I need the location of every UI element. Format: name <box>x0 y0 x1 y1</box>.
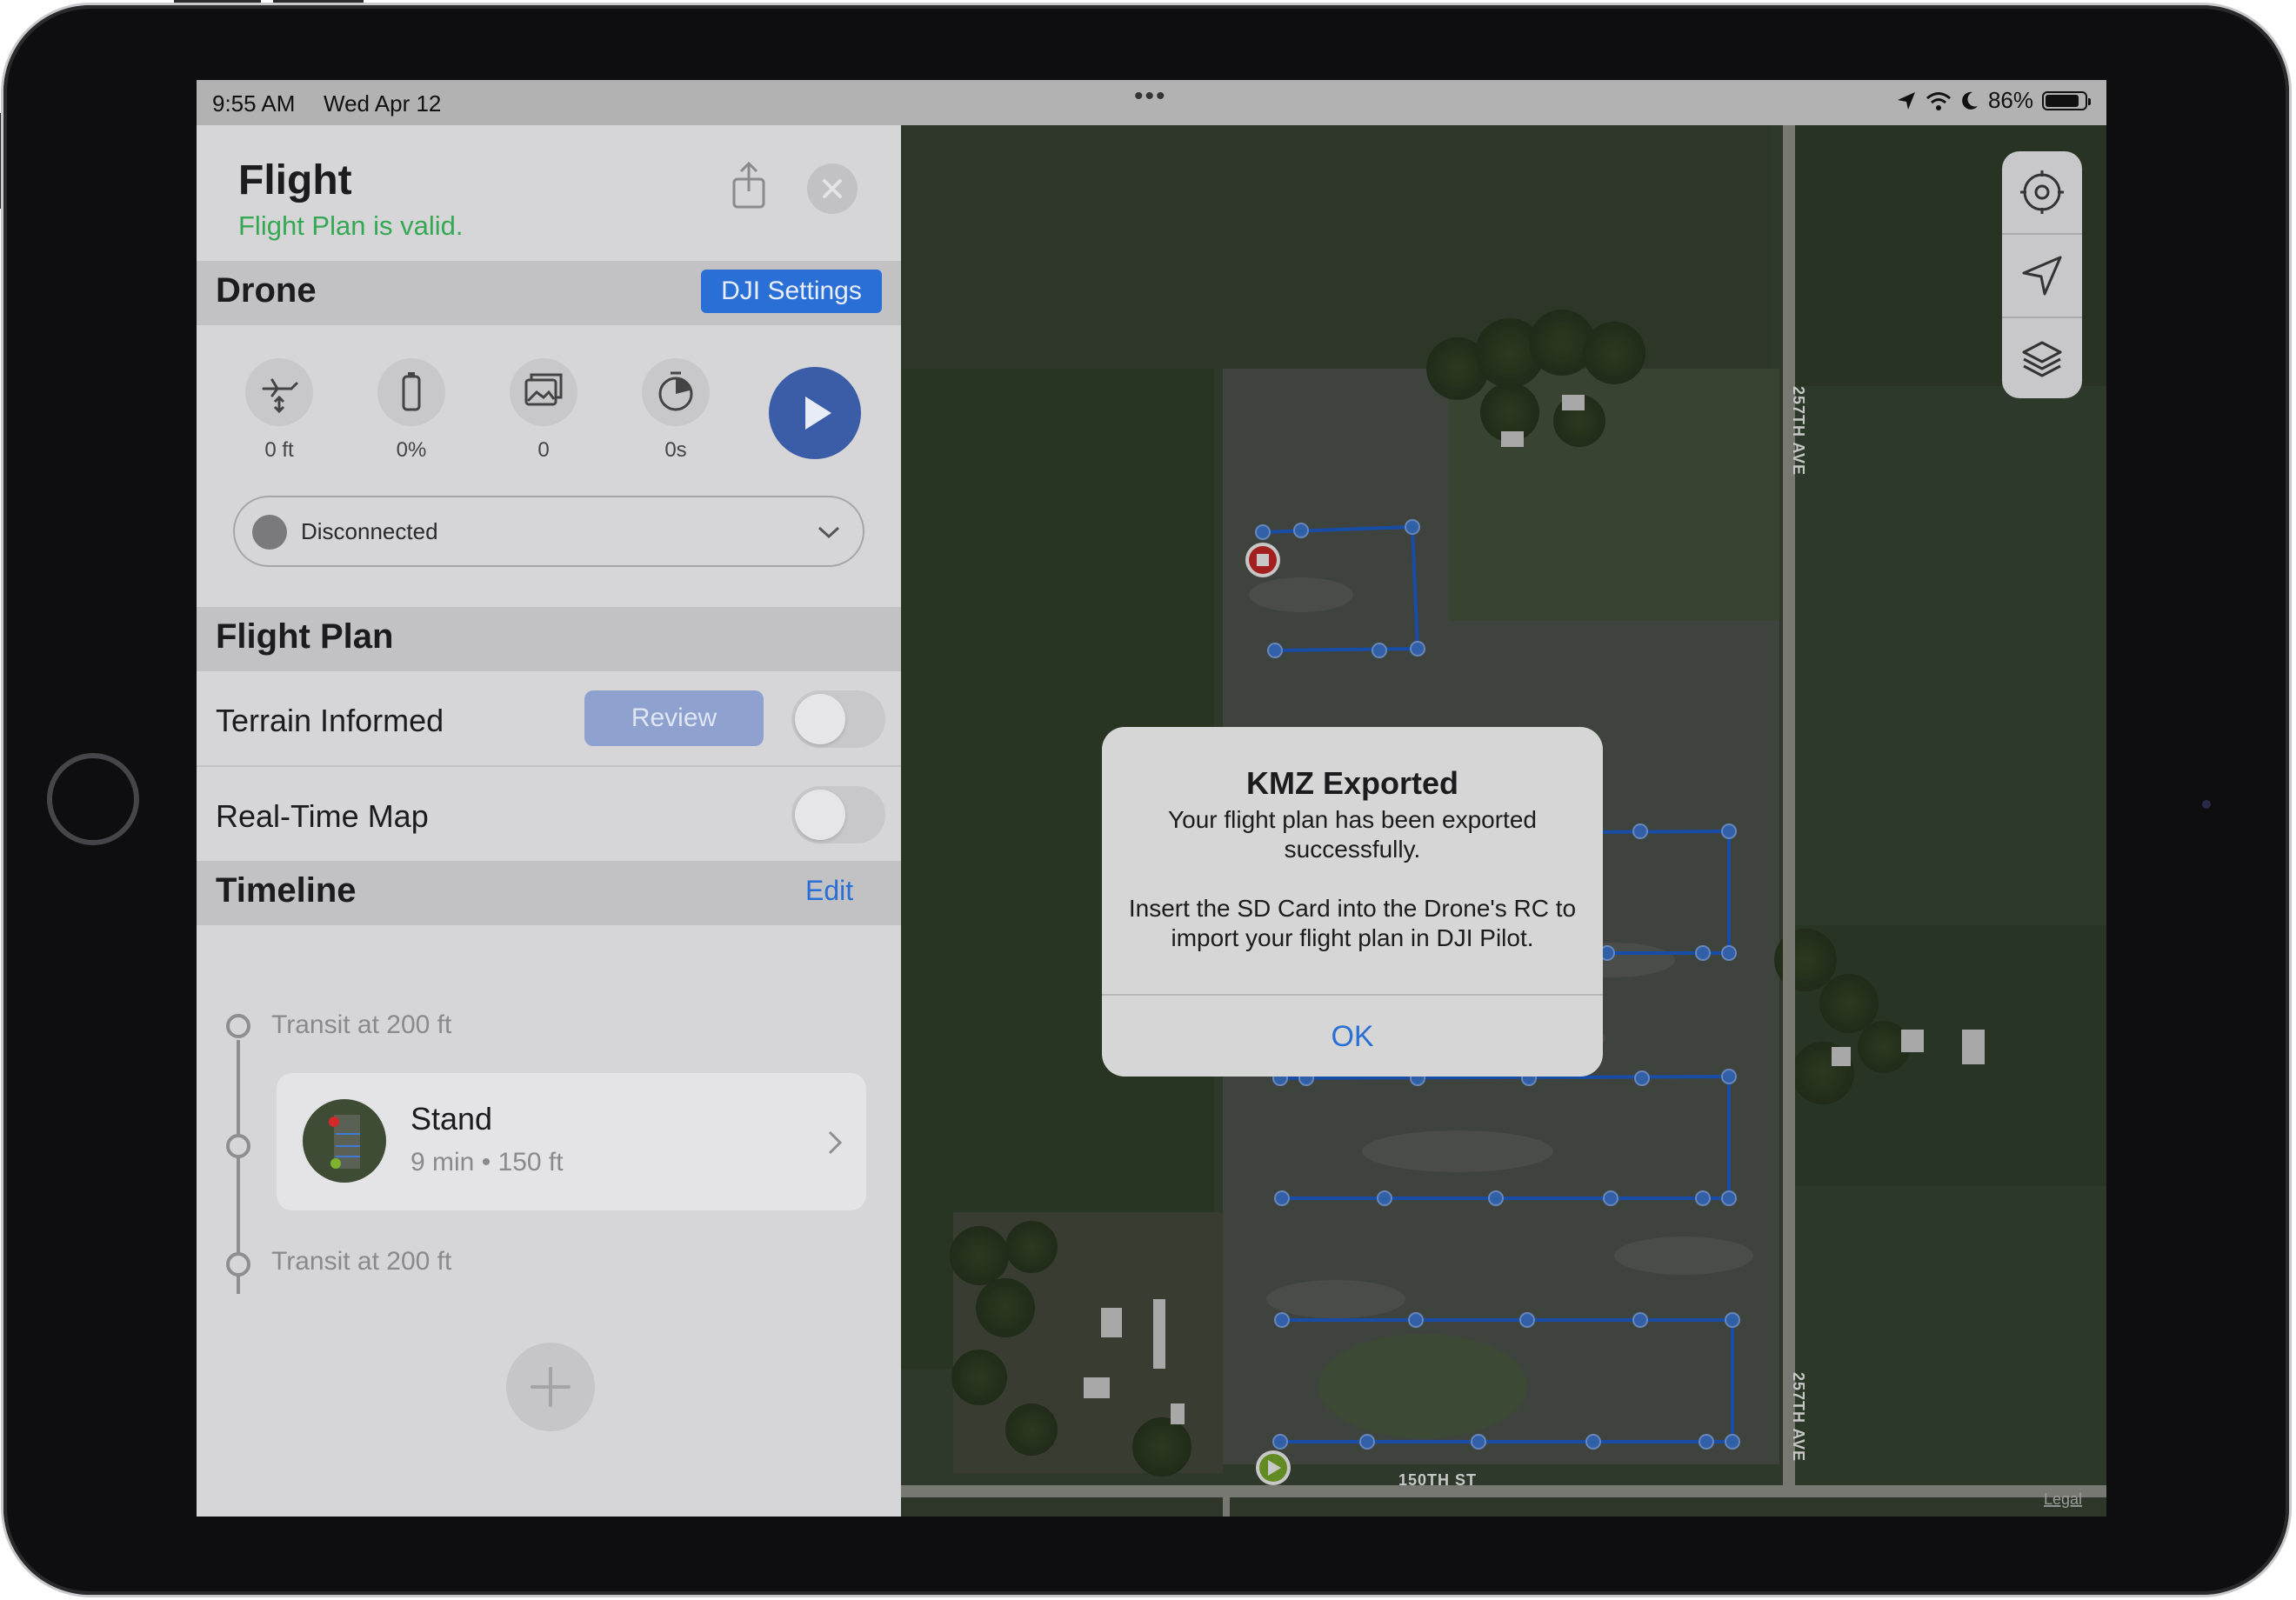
timeline-section-header: Timeline Edit <box>197 861 901 925</box>
timer-value: 0s <box>664 438 687 462</box>
flight-plan-section-header: Flight Plan <box>197 607 901 671</box>
kmz-exported-dialog: KMZ Exported Your flight plan has been e… <box>1102 727 1603 1077</box>
road-label-top: 257TH AVE <box>1790 386 1807 476</box>
row-divider <box>197 765 901 767</box>
battery-indicator-icon <box>2042 90 2091 110</box>
dialog-message: Your flight plan has been exported succe… <box>1119 805 1585 953</box>
timeline-node-bottom <box>226 1252 250 1277</box>
transit-top-label: Transit at 200 ft <box>271 1010 452 1039</box>
connection-dropdown[interactable]: Disconnected <box>233 496 864 567</box>
screen: 257TH AVE 257TH AVE 150TH ST Legal Fligh… <box>197 80 2106 1517</box>
battery-fill <box>2046 94 2079 107</box>
realtime-map-label: Real-Time Map <box>216 798 429 834</box>
plus-icon <box>531 1367 571 1407</box>
page-title: Flight <box>238 157 352 203</box>
altitude-icon <box>262 378 298 414</box>
status-bar: 9:55 AM Wed Apr 12 ••• 86% <box>197 80 2106 125</box>
battery-percent: 86% <box>1987 87 2033 113</box>
dialog-message-gap <box>1119 864 1585 894</box>
locate-button[interactable] <box>2002 235 2082 317</box>
home-button-ring <box>47 753 139 845</box>
altitude-stat-circle <box>245 358 313 426</box>
chevron-down-icon <box>818 526 840 539</box>
settings-icon <box>2020 170 2064 214</box>
dialog-message-line1: Your flight plan has been exported succe… <box>1168 806 1537 863</box>
camera-dot <box>2202 800 2211 809</box>
battery-stat: 0% <box>372 358 451 463</box>
altitude-value: 0 ft <box>264 438 294 462</box>
photos-value: 0 <box>537 438 550 462</box>
share-icon <box>732 161 765 209</box>
close-button[interactable] <box>807 163 858 214</box>
stop-marker-icon[interactable] <box>1245 543 1280 577</box>
toggle-knob <box>795 694 845 744</box>
timeline-node-top <box>226 1014 250 1038</box>
toggle-knob <box>795 790 845 840</box>
flight-plan-section-title: Flight Plan <box>216 617 394 656</box>
drone-section-header: Drone DJI Settings <box>197 261 901 325</box>
multitasking-dots-icon[interactable]: ••• <box>1134 82 1167 111</box>
timer-stat: 0s <box>637 358 715 463</box>
share-button[interactable] <box>722 158 776 212</box>
connection-status-label: Disconnected <box>301 518 438 544</box>
map-settings-button[interactable] <box>2002 151 2082 233</box>
map-layers-button[interactable] <box>2002 318 2082 400</box>
road-label-bottom: 257TH AVE <box>1790 1372 1807 1462</box>
dialog-ok-button[interactable]: OK <box>1102 997 1603 1077</box>
realtime-map-toggle[interactable] <box>791 786 885 843</box>
timer-stat-circle <box>642 358 710 426</box>
layers-icon <box>2022 341 2062 377</box>
dialog-message-line2: Insert the SD Card into the Drone's RC t… <box>1128 895 1577 951</box>
location-services-icon <box>1897 91 1915 110</box>
altitude-stat: 0 ft <box>240 358 318 463</box>
battery-icon <box>402 372 421 411</box>
play-icon <box>805 397 831 430</box>
stand-map-thumbnail-icon <box>329 1115 360 1169</box>
start-flight-button[interactable] <box>769 367 861 459</box>
stand-detail: 9 min • 150 ft <box>410 1148 564 1177</box>
stand-title: Stand <box>410 1101 493 1137</box>
drone-section-title: Drone <box>216 271 317 310</box>
do-not-disturb-moon-icon <box>1962 91 1978 110</box>
battery-value: 0% <box>396 438 427 462</box>
stand-card[interactable]: Stand 9 min • 150 ft <box>277 1073 866 1210</box>
photos-icon <box>524 373 563 406</box>
road-label-street: 150TH ST <box>1398 1471 1477 1489</box>
close-icon <box>823 179 842 198</box>
status-date: Wed Apr 12 <box>324 90 442 117</box>
timeline-section-title: Timeline <box>216 871 357 910</box>
ipad-device: 257TH AVE 257TH AVE 150TH ST Legal Fligh… <box>0 0 2296 1600</box>
wifi-icon <box>1926 91 1951 110</box>
status-time: 9:55 AM <box>212 90 296 117</box>
plan-valid-status: Flight Plan is valid. <box>238 210 464 241</box>
legal-link[interactable]: Legal <box>2044 1490 2082 1508</box>
photos-stat-circle <box>510 358 577 426</box>
timeline-node-mid <box>226 1134 250 1158</box>
start-marker-icon[interactable] <box>1256 1450 1291 1485</box>
terrain-informed-toggle[interactable] <box>791 690 885 748</box>
timeline-edit-button[interactable]: Edit <box>805 875 853 907</box>
map-toolbar <box>2002 151 2082 398</box>
photos-stat: 0 <box>504 358 583 463</box>
dialog-separator <box>1102 994 1603 996</box>
add-item-button[interactable] <box>506 1343 595 1431</box>
dialog-title: KMZ Exported <box>1245 765 1458 801</box>
terrain-informed-label: Terrain Informed <box>216 703 444 738</box>
battery-stat-circle <box>377 358 445 426</box>
stand-thumbnail <box>303 1099 386 1183</box>
dji-settings-button[interactable]: DJI Settings <box>701 270 882 313</box>
transit-bottom-label: Transit at 200 ft <box>271 1247 452 1276</box>
flight-sidebar: Flight Flight Plan is valid. Drone DJI S… <box>197 125 901 1517</box>
connection-status-dot <box>252 515 287 550</box>
status-icons: 86% <box>1896 87 2091 114</box>
chevron-right-icon <box>828 1130 843 1155</box>
location-arrow-icon <box>2022 256 2062 296</box>
review-button[interactable]: Review <box>584 690 764 746</box>
timer-icon <box>658 371 693 411</box>
